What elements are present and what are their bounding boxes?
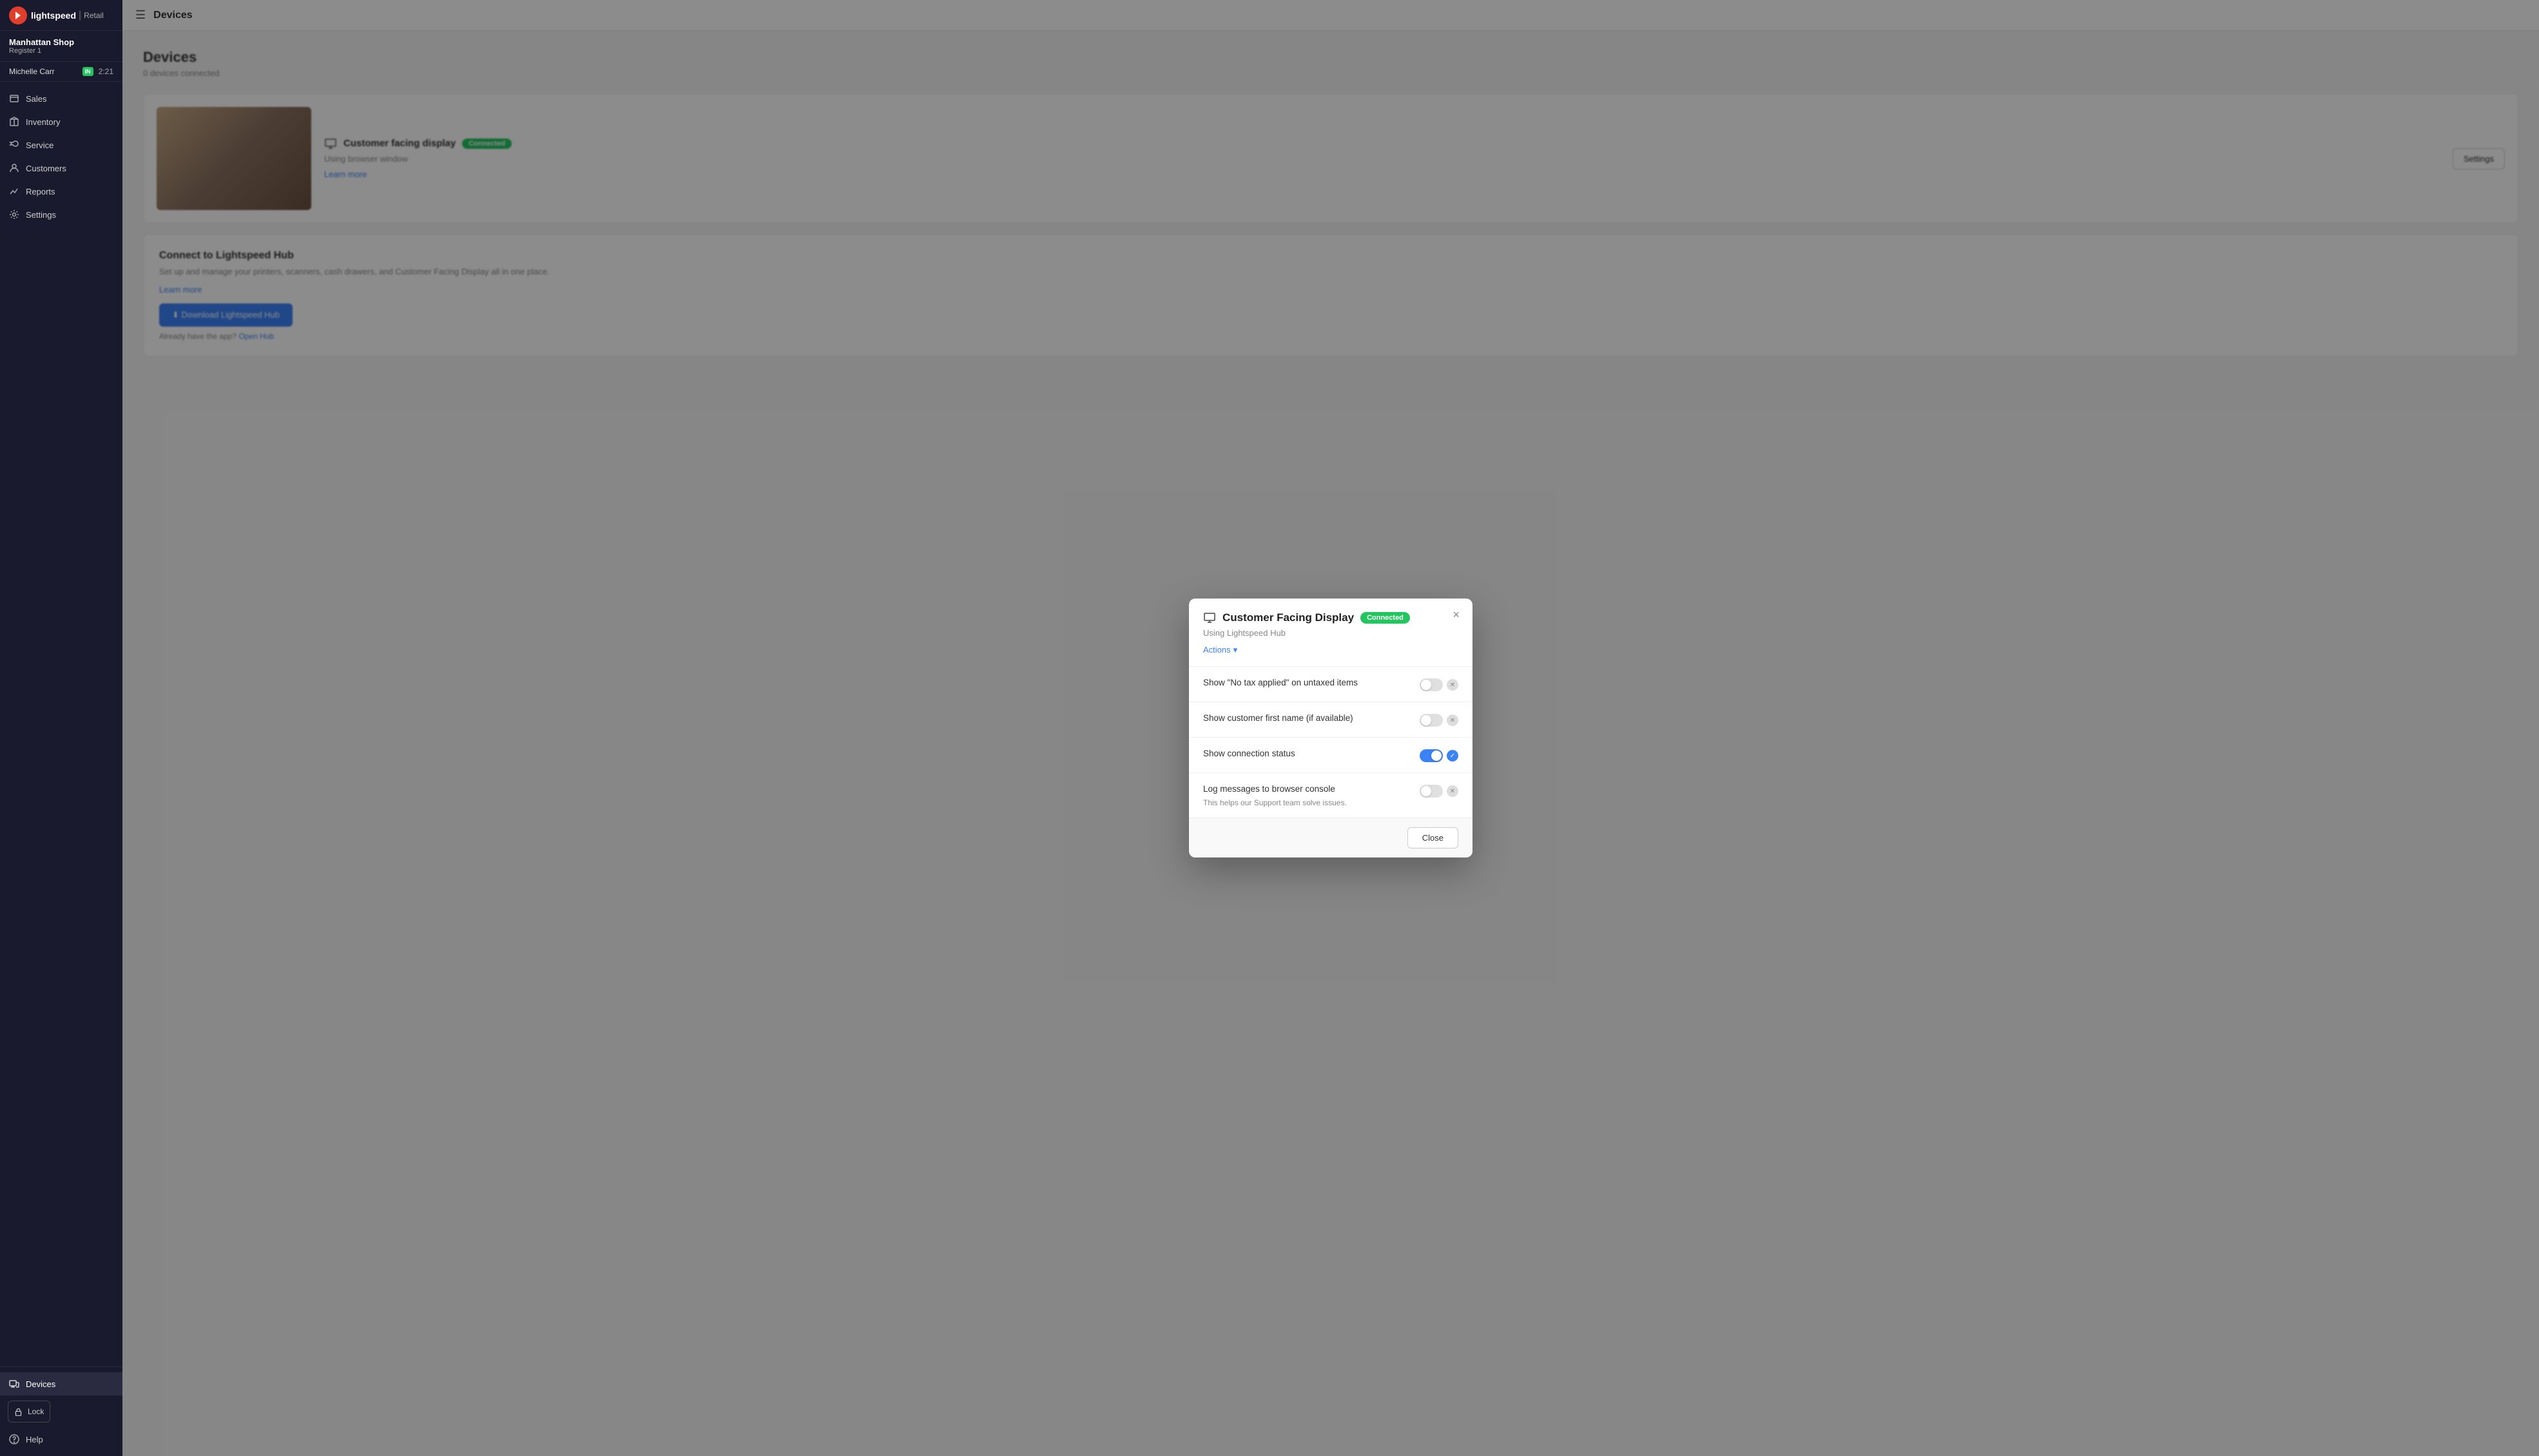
modal-title-row: Customer Facing Display Connected: [1203, 611, 1458, 624]
modal-header: × Customer Facing Display Connected Usin…: [1189, 599, 1472, 667]
sidebar-item-reports[interactable]: Reports: [0, 180, 122, 203]
modal-title: Customer Facing Display: [1222, 611, 1354, 624]
toggle-switch-connection-status[interactable]: [1420, 749, 1443, 762]
toggle-row-customer-name: Show customer first name (if available) …: [1189, 702, 1472, 738]
dollar-icon: [9, 93, 19, 104]
help-label: Help: [26, 1435, 43, 1444]
logo-area: lightspeed | Retail: [0, 0, 122, 31]
toggle-x-no-tax[interactable]: ✕: [1447, 679, 1458, 691]
toggle-row-no-tax: Show "No tax applied" on untaxed items ✕: [1189, 667, 1472, 702]
main-area: ☰ Devices Devices 0 devices connected Cu…: [122, 0, 2539, 1456]
sidebar: lightspeed | Retail Manhattan Shop Regis…: [0, 0, 122, 1456]
user-row[interactable]: Michelle Carr IN 2:21: [0, 62, 122, 82]
sidebar-label-settings: Settings: [26, 210, 56, 220]
customer-facing-display-modal: × Customer Facing Display Connected Usin…: [1189, 599, 1472, 857]
logo-brand: lightspeed: [31, 10, 76, 21]
store-register: Register 1: [9, 47, 113, 55]
modal-body: Show "No tax applied" on untaxed items ✕…: [1189, 667, 1472, 818]
lock-icon: [14, 1408, 23, 1416]
sidebar-label-service: Service: [26, 140, 53, 150]
person-icon: [9, 163, 19, 173]
timer-display: 2:21: [99, 67, 113, 76]
toggle-switch-log-messages[interactable]: [1420, 785, 1443, 798]
lock-button[interactable]: Lock: [8, 1401, 50, 1422]
gear-icon: [9, 209, 19, 220]
toggle-label-connection-status: Show connection status: [1203, 748, 1295, 760]
sidebar-item-sales[interactable]: Sales: [0, 87, 122, 110]
logo-divider: |: [79, 10, 81, 21]
actions-dropdown[interactable]: Actions ▾: [1203, 645, 1237, 655]
lock-label: Lock: [28, 1407, 44, 1416]
modal-footer: Close: [1189, 818, 1472, 857]
sidebar-item-service[interactable]: Service: [0, 133, 122, 157]
sidebar-label-customers: Customers: [26, 164, 66, 173]
toggle-control-connection-status: ✓: [1420, 749, 1458, 762]
toggle-check-connection-status[interactable]: ✓: [1447, 750, 1458, 762]
toggle-control-log-messages: ✕: [1420, 785, 1458, 798]
sidebar-item-help[interactable]: Help: [0, 1428, 122, 1451]
logo-product: Retail: [84, 11, 104, 20]
modal-connected-badge: Connected: [1360, 612, 1410, 624]
chevron-down-icon: ▾: [1233, 645, 1238, 655]
sidebar-label-sales: Sales: [26, 94, 47, 104]
sidebar-item-settings[interactable]: Settings: [0, 203, 122, 226]
sidebar-label-reports: Reports: [26, 187, 55, 196]
toggle-x-log-messages[interactable]: ✕: [1447, 785, 1458, 797]
toggle-row-connection-status: Show connection status ✓: [1189, 738, 1472, 773]
toggle-label-log-messages: Log messages to browser console This hel…: [1203, 783, 1347, 807]
sidebar-item-customers[interactable]: Customers: [0, 157, 122, 180]
modal-close-button[interactable]: ×: [1449, 608, 1463, 622]
user-name: Michelle Carr: [9, 67, 77, 76]
sidebar-label-inventory: Inventory: [26, 117, 60, 127]
store-name: Manhattan Shop: [9, 37, 113, 47]
sidebar-item-inventory[interactable]: Inventory: [0, 110, 122, 133]
sidebar-bottom: Devices Lock Help: [0, 1366, 122, 1456]
toggle-switch-no-tax[interactable]: [1420, 678, 1443, 691]
toggle-control-no-tax: ✕: [1420, 678, 1458, 691]
status-badge: IN: [82, 67, 93, 76]
nav-items: Sales Inventory Service Customers: [0, 82, 122, 1366]
toggle-label-no-tax: Show "No tax applied" on untaxed items: [1203, 677, 1358, 689]
actions-label: Actions: [1203, 645, 1231, 655]
modal-close-btn[interactable]: Close: [1407, 827, 1458, 848]
wrench-icon: [9, 140, 19, 150]
chart-icon: [9, 186, 19, 196]
store-info: Manhattan Shop Register 1: [0, 31, 122, 62]
modal-subtitle: Using Lightspeed Hub: [1203, 628, 1458, 638]
toggle-label-customer-name: Show customer first name (if available): [1203, 713, 1353, 725]
toggle-switch-customer-name[interactable]: [1420, 714, 1443, 727]
sidebar-label-devices: Devices: [26, 1379, 55, 1389]
monitor-icon: [1203, 611, 1216, 624]
devices-icon: [9, 1379, 19, 1389]
modal-overlay: × Customer Facing Display Connected Usin…: [122, 0, 2539, 1456]
box-icon: [9, 117, 19, 127]
toggle-control-customer-name: ✕: [1420, 714, 1458, 727]
toggle-row-log-messages: Log messages to browser console This hel…: [1189, 773, 1472, 818]
sidebar-item-devices[interactable]: Devices: [0, 1372, 122, 1395]
toggle-x-customer-name[interactable]: ✕: [1447, 714, 1458, 726]
lightspeed-logo-icon: [9, 6, 27, 24]
help-icon: [9, 1434, 19, 1444]
